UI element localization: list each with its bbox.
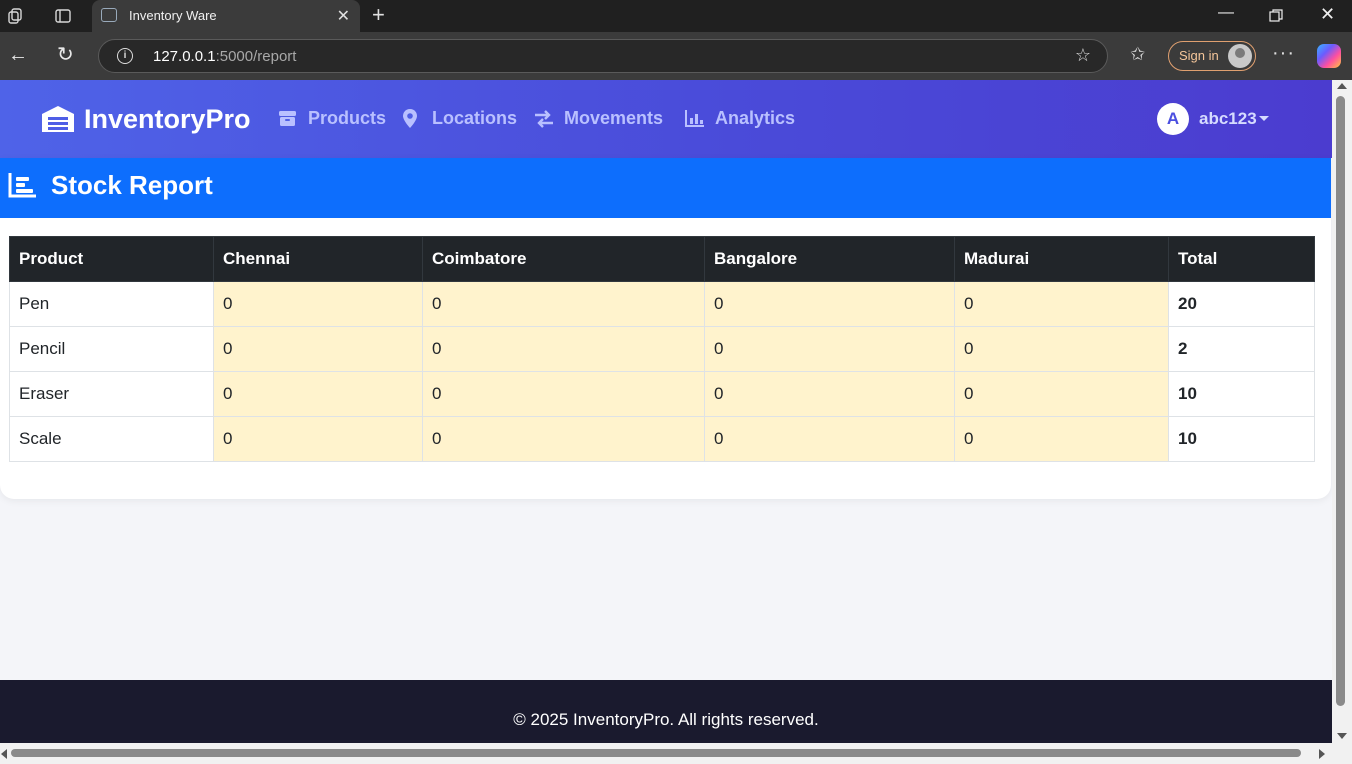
app-navbar: InventoryPro Products Locations Movement… bbox=[0, 80, 1332, 158]
profile-icon bbox=[1228, 44, 1252, 68]
tab-title: Inventory Ware bbox=[129, 8, 217, 23]
sign-in-label: Sign in bbox=[1179, 48, 1219, 63]
window-close-icon[interactable]: ✕ bbox=[1320, 4, 1335, 25]
caret-down-icon bbox=[1259, 116, 1269, 121]
restore-icon[interactable] bbox=[1269, 9, 1283, 23]
address-bar[interactable]: i 127.0.0.1:5000/report ☆ bbox=[98, 39, 1108, 73]
new-tab-icon[interactable]: + bbox=[372, 3, 385, 27]
scroll-up-arrow-icon[interactable] bbox=[1337, 83, 1347, 89]
horizontal-scrollbar[interactable] bbox=[0, 743, 1352, 764]
page-title: Stock Report bbox=[51, 170, 213, 200]
stock-cell-chennai: 0 bbox=[213, 281, 423, 327]
info-icon[interactable]: i bbox=[117, 48, 133, 64]
stock-cell-chennai: 0 bbox=[213, 326, 423, 372]
user-avatar: A bbox=[1157, 103, 1189, 135]
table-row: Pencil 0 0 0 0 2 bbox=[9, 326, 1315, 372]
browser-toolbar: ← ↻ i 127.0.0.1:5000/report ☆ ✩ Sign in … bbox=[0, 32, 1352, 80]
page-footer: © 2025 InventoryPro. All rights reserved… bbox=[0, 680, 1332, 743]
sign-in-button[interactable]: Sign in bbox=[1168, 41, 1256, 71]
stock-cell-madurai: 0 bbox=[954, 326, 1169, 372]
workspaces-icon[interactable] bbox=[7, 7, 25, 25]
nav-locations-label: Locations bbox=[432, 108, 518, 128]
table-row: Pen 0 0 0 0 20 bbox=[9, 281, 1315, 327]
copilot-icon[interactable] bbox=[1317, 44, 1341, 68]
vertical-scrollbar[interactable] bbox=[1332, 80, 1352, 743]
stock-cell-coimbatore: 0 bbox=[422, 416, 705, 462]
browser-tab-active[interactable]: Inventory Ware ✕ bbox=[92, 0, 360, 32]
table-row: Eraser 0 0 0 0 10 bbox=[9, 371, 1315, 417]
box-icon bbox=[279, 111, 296, 126]
favorites-icon[interactable]: ✩ bbox=[1130, 44, 1145, 65]
total-cell: 10 bbox=[1168, 371, 1315, 417]
horizontal-scroll-thumb[interactable] bbox=[11, 749, 1301, 757]
tab-actions-icon[interactable] bbox=[54, 7, 72, 25]
column-header-total: Total bbox=[1168, 236, 1315, 282]
column-header-coimbatore: Coimbatore bbox=[422, 236, 705, 282]
browser-titlebar: Inventory Ware ✕ + — ✕ bbox=[0, 0, 1352, 32]
star-icon[interactable]: ☆ bbox=[1075, 45, 1091, 66]
minimize-icon[interactable]: — bbox=[1218, 4, 1234, 22]
stock-cell-chennai: 0 bbox=[213, 416, 423, 462]
terminal-favicon bbox=[101, 8, 117, 22]
product-cell: Eraser bbox=[9, 371, 214, 417]
copyright-text: © 2025 InventoryPro. All rights reserved… bbox=[513, 710, 819, 729]
total-cell: 10 bbox=[1168, 416, 1315, 462]
column-header-product: Product bbox=[9, 236, 214, 282]
url-host: 127.0.0.1 bbox=[153, 48, 216, 65]
brand-name: InventoryPro bbox=[84, 104, 251, 134]
stock-report-card: Stock Report Product Chennai Coimbatore … bbox=[0, 158, 1331, 499]
stock-cell-madurai: 0 bbox=[954, 281, 1169, 327]
table-row: Scale 0 0 0 0 10 bbox=[9, 416, 1315, 462]
more-icon[interactable]: ··· bbox=[1272, 42, 1295, 65]
scroll-left-arrow-icon[interactable] bbox=[1, 749, 7, 759]
back-icon[interactable]: ← bbox=[8, 44, 28, 66]
stock-cell-bangalore: 0 bbox=[704, 326, 955, 372]
refresh-icon[interactable]: ↻ bbox=[57, 44, 74, 66]
product-cell: Pencil bbox=[9, 326, 214, 372]
table-header-row: Product Chennai Coimbatore Bangalore Mad… bbox=[9, 236, 1315, 282]
stock-cell-madurai: 0 bbox=[954, 371, 1169, 417]
product-cell: Scale bbox=[9, 416, 214, 462]
stock-cell-madurai: 0 bbox=[954, 416, 1169, 462]
column-header-chennai: Chennai bbox=[213, 236, 423, 282]
nav-products-label: Products bbox=[308, 108, 387, 128]
url-path: :5000/report bbox=[215, 48, 297, 65]
exchange-icon bbox=[535, 110, 553, 128]
column-header-bangalore: Bangalore bbox=[704, 236, 955, 282]
total-cell: 20 bbox=[1168, 281, 1315, 327]
scroll-right-arrow-icon[interactable] bbox=[1319, 749, 1325, 759]
stock-cell-chennai: 0 bbox=[213, 371, 423, 417]
close-icon[interactable]: ✕ bbox=[337, 6, 350, 26]
scroll-down-arrow-icon[interactable] bbox=[1337, 733, 1347, 739]
stock-cell-coimbatore: 0 bbox=[422, 326, 705, 372]
total-cell: 2 bbox=[1168, 326, 1315, 372]
stock-table: Product Chennai Coimbatore Bangalore Mad… bbox=[9, 236, 1315, 462]
stock-cell-bangalore: 0 bbox=[704, 371, 955, 417]
product-cell: Pen bbox=[9, 281, 214, 327]
stock-cell-coimbatore: 0 bbox=[422, 281, 705, 327]
chart-icon bbox=[685, 110, 704, 127]
nav-movements-label: Movements bbox=[564, 108, 664, 128]
map-pin-icon bbox=[403, 109, 417, 128]
username: abc123 bbox=[1199, 109, 1257, 128]
url-text[interactable]: 127.0.0.1:5000/report bbox=[153, 48, 296, 65]
stock-cell-bangalore: 0 bbox=[704, 416, 955, 462]
stock-cell-coimbatore: 0 bbox=[422, 371, 705, 417]
stock-cell-bangalore: 0 bbox=[704, 281, 955, 327]
warehouse-icon bbox=[42, 106, 74, 132]
column-header-madurai: Madurai bbox=[954, 236, 1169, 282]
chart-bar-icon bbox=[8, 173, 36, 198]
card-header: Stock Report bbox=[0, 158, 1331, 218]
nav-analytics-label: Analytics bbox=[715, 108, 796, 128]
vertical-scroll-thumb[interactable] bbox=[1336, 96, 1345, 706]
